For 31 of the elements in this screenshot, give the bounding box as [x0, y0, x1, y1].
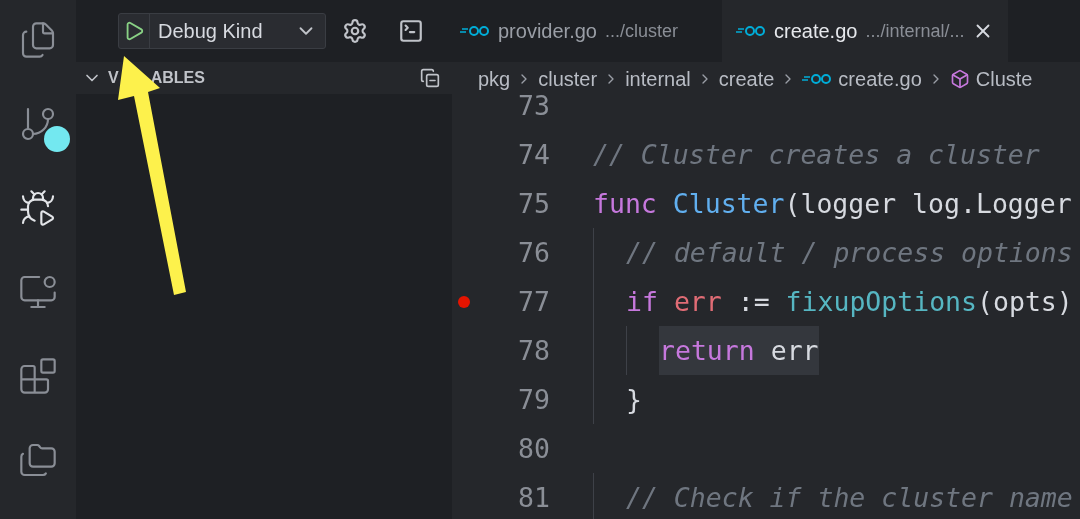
line-number: 78 [517, 333, 550, 368]
breadcrumb-item[interactable]: pkg [478, 63, 511, 94]
section-title: ABLES [150, 68, 205, 88]
extensions-icon[interactable] [18, 356, 58, 396]
line-number: 80 [517, 431, 550, 466]
line-number: 76 [517, 235, 550, 270]
tab-filename: create.go [774, 19, 858, 44]
tab-path: .../cluster [604, 19, 678, 43]
breadcrumb-item[interactable]: Cluste [975, 63, 1033, 94]
go-file-icon [736, 25, 766, 37]
go-file-icon [802, 72, 833, 85]
go-file-icon [460, 25, 490, 37]
editor-tab[interactable]: create.go .../internal/... [722, 0, 1009, 62]
breadcrumb-item[interactable]: create [718, 63, 775, 94]
line-number: 74 [517, 137, 550, 172]
breadcrumb-item[interactable]: create.go [838, 63, 922, 94]
section-title: V [108, 68, 119, 88]
line-number: 81 [517, 480, 550, 515]
line-number: 79 [517, 382, 550, 417]
debug-console-icon[interactable] [398, 18, 424, 44]
line-number: 75 [517, 186, 550, 221]
collapse-all-icon[interactable] [420, 68, 440, 88]
debug-config-selector[interactable]: Debug Kind [118, 13, 326, 49]
breadcrumb-item[interactable]: internal [625, 63, 691, 94]
configuration-label: Debug Kind [158, 19, 264, 44]
line-number: 77 [517, 284, 550, 319]
variables-header[interactable]: V ABLES [76, 62, 452, 94]
tab-filename: provider.go [498, 19, 597, 44]
symbol-icon [949, 68, 970, 89]
settings-icon[interactable] [342, 18, 368, 44]
tab-path: .../internal/... [865, 19, 965, 43]
